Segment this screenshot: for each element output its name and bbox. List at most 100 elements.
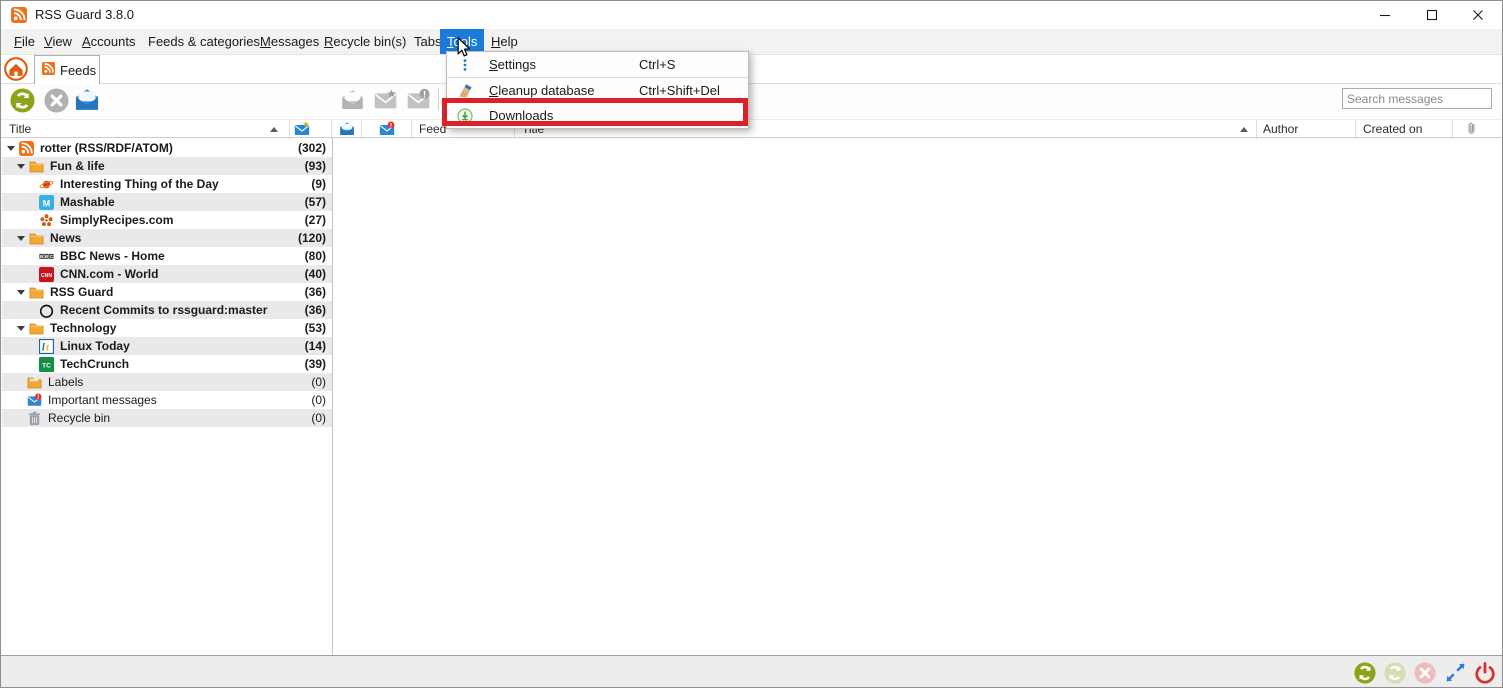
menu-item-settings[interactable]: Settings Ctrl+S: [447, 52, 748, 77]
feed-title: Fun & life: [50, 157, 282, 175]
mark-important-disabled-button[interactable]: !: [405, 87, 431, 113]
feed-title: BBC News - Home: [60, 247, 282, 265]
expander-spacer: [26, 265, 38, 283]
menu-item-accounts[interactable]: Accounts: [75, 29, 142, 54]
expander-icon[interactable]: [16, 229, 28, 247]
broom-icon: [457, 83, 473, 99]
app-window: RSS Guard 3.8.0 FileViewAccountsFeeds & …: [0, 0, 1503, 688]
paperclip-icon: [1464, 121, 1479, 143]
feed-title: Labels: [48, 373, 282, 391]
menu-item-label: Settings: [489, 57, 536, 72]
feed-title: Mashable: [60, 193, 282, 211]
feed-unread-count: (36): [282, 301, 332, 319]
fullscreen-toggle-button[interactable]: [1444, 662, 1466, 684]
feed-unread-count: (39): [282, 355, 332, 373]
envelope-open-icon: [339, 121, 355, 143]
github-icon: [38, 302, 54, 318]
feed-row[interactable]: CNNCNN.com - World(40): [2, 265, 332, 283]
feed-row[interactable]: TCTechCrunch(39): [2, 355, 332, 373]
home-button[interactable]: [4, 57, 28, 81]
feed-row[interactable]: RSS Guard(36): [2, 283, 332, 301]
header-underline: [1, 137, 1502, 138]
feed-row[interactable]: Recycle bin(0): [2, 409, 332, 427]
feed-unread-count: (0): [282, 409, 332, 427]
sort-ascending-icon: [1240, 127, 1248, 132]
search-input[interactable]: [1342, 88, 1492, 109]
mark-starred-disabled-button[interactable]: [372, 87, 398, 113]
svg-text:!: !: [390, 122, 392, 129]
minimize-button[interactable]: [1362, 1, 1408, 29]
bbc-icon: BBC: [38, 248, 54, 264]
expander-spacer: [14, 391, 26, 409]
expander-spacer: [26, 175, 38, 193]
feed-row[interactable]: Recent Commits to rssguard:master(36): [2, 301, 332, 319]
feed-row[interactable]: ltLinux Today(14): [2, 337, 332, 355]
feed-title: Interesting Thing of the Day: [60, 175, 282, 193]
menu-item-downloads[interactable]: Downloads: [447, 103, 748, 128]
expander-icon[interactable]: [16, 319, 28, 337]
feed-row[interactable]: Labels(0): [2, 373, 332, 391]
sort-ascending-icon: [270, 127, 278, 132]
feed-row[interactable]: Interesting Thing of the Day(9): [2, 175, 332, 193]
menu-item-feeds-categories[interactable]: Feeds & categories: [141, 29, 267, 54]
expander-icon[interactable]: [16, 283, 28, 301]
feed-row[interactable]: !Important messages(0): [2, 391, 332, 409]
menu-item-messages[interactable]: Messages: [253, 29, 326, 54]
expander-icon[interactable]: [6, 139, 18, 157]
download-icon: [457, 108, 473, 124]
mark-read-disabled-button[interactable]: [339, 87, 365, 113]
feed-title: Important messages: [48, 391, 282, 409]
feed-unread-count: (9): [282, 175, 332, 193]
feed-row[interactable]: BBCBBC News - Home(80): [2, 247, 332, 265]
feed-unread-count: (53): [282, 319, 332, 337]
feed-unread-count: (27): [282, 211, 332, 229]
feed-title: Recycle bin: [48, 409, 282, 427]
window-title: RSS Guard 3.8.0: [35, 1, 134, 29]
menu-item-cleanup-database[interactable]: Cleanup database Ctrl+Shift+Del: [447, 78, 748, 103]
feed-unread-count: (57): [282, 193, 332, 211]
stop-update-button[interactable]: [43, 87, 69, 113]
feed-title: Technology: [50, 319, 282, 337]
menu-item-recycle-bin-s[interactable]: Recycle bin(s): [317, 29, 413, 54]
folder-icon: [28, 230, 44, 246]
envelope-important-icon: !: [379, 121, 395, 143]
feed-unread-count: (120): [282, 229, 332, 247]
svg-text:l: l: [41, 341, 44, 353]
feed-row[interactable]: Technology(53): [2, 319, 332, 337]
mark-read-button[interactable]: [74, 87, 100, 113]
feeds-title-column-label: Title: [9, 122, 31, 136]
update-all-feeds-button[interactable]: [1354, 662, 1376, 684]
close-button[interactable]: [1455, 1, 1501, 29]
tab-feeds[interactable]: Feeds: [34, 55, 100, 84]
stop-update-disabled-button[interactable]: [1414, 662, 1436, 684]
menu-item-view[interactable]: View: [37, 29, 79, 54]
feed-row[interactable]: SimplyRecipes.com(27): [2, 211, 332, 229]
menu-item-shortcut: Ctrl+S: [639, 57, 675, 72]
update-feeds-button[interactable]: [9, 87, 35, 113]
expander-spacer: [26, 301, 38, 319]
menu-item-label: Downloads: [489, 108, 553, 123]
expander-spacer: [26, 337, 38, 355]
toolbar: !: [1, 84, 1502, 119]
expander-icon[interactable]: [16, 157, 28, 175]
svg-text:!: !: [37, 395, 39, 401]
rss-icon: [18, 140, 34, 156]
maximize-button[interactable]: [1409, 1, 1455, 29]
toolbar-separator: [438, 88, 439, 111]
feed-row[interactable]: Fun & life(93): [2, 157, 332, 175]
feed-title: News: [50, 229, 282, 247]
feed-title: RSS Guard: [50, 283, 282, 301]
feed-list: rotter (RSS/RDF/ATOM)(302)Fun & life(93)…: [2, 139, 332, 427]
update-selected-disabled-button[interactable]: [1384, 662, 1406, 684]
feed-row[interactable]: News(120): [2, 229, 332, 247]
expander-spacer: [26, 211, 38, 229]
expander-spacer: [26, 247, 38, 265]
panel-divider[interactable]: [332, 138, 333, 655]
feed-row[interactable]: rotter (RSS/RDF/ATOM)(302): [2, 139, 332, 157]
quit-button[interactable]: [1474, 662, 1496, 684]
folder-icon: [28, 320, 44, 336]
column-headers: Title ! Feed Title Author Created on: [1, 119, 1502, 139]
feed-unread-count: (93): [282, 157, 332, 175]
settings-icon: [457, 57, 473, 73]
feed-row[interactable]: MMashable(57): [2, 193, 332, 211]
